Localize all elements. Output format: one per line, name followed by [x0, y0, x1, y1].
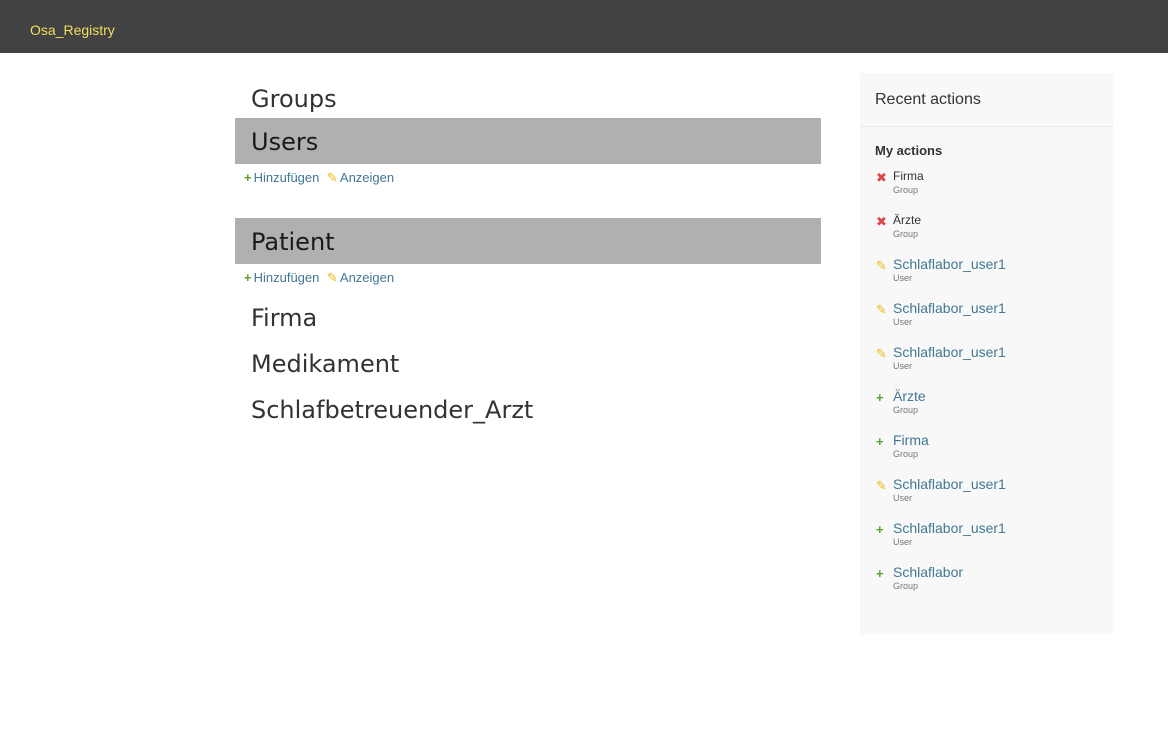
- model-link-medikament[interactable]: Medikament: [235, 341, 821, 387]
- model-link-firma[interactable]: Firma: [235, 295, 821, 341]
- recent-action-type: Group: [893, 185, 919, 195]
- pencil-icon: ✎: [327, 170, 338, 185]
- recent-action-label[interactable]: Schlaflabor_user1: [893, 520, 1113, 536]
- patient-view-link[interactable]: Anzeigen: [340, 270, 394, 285]
- sidebar-title: Recent actions: [860, 73, 1113, 127]
- recent-action-type: User: [893, 493, 913, 503]
- recent-action-item: ✖ Firma Group: [860, 168, 1113, 212]
- top-navbar: Osa_Registry: [0, 0, 1168, 53]
- brand-link[interactable]: Osa_Registry: [30, 20, 115, 40]
- patient-add-link[interactable]: Hinzufügen: [254, 270, 320, 285]
- pencil-icon: ✎: [327, 270, 338, 285]
- recent-action-type: Group: [893, 229, 919, 239]
- recent-action-type: User: [893, 317, 913, 327]
- pencil-icon: ✎: [876, 302, 887, 317]
- users-actions: + Hinzufügen ✎ Anzeigen: [235, 169, 821, 189]
- recent-action-type: User: [893, 537, 913, 547]
- recent-action-item: ✖ Ärzte Group: [860, 212, 1113, 256]
- recent-actions-sidebar: Recent actions My actions ✖ Firma Group ✖ Är…: [860, 73, 1113, 634]
- pencil-icon: ✎: [876, 346, 887, 361]
- recent-action-label[interactable]: Firma: [893, 432, 1113, 448]
- recent-action-item[interactable]: ✎ Schlaflabor_user1 User: [860, 344, 1113, 388]
- patient-header: Patient: [235, 218, 821, 264]
- recent-action-item[interactable]: + Ärzte Group: [860, 388, 1113, 432]
- recent-action-label: Firma: [893, 169, 924, 183]
- plus-icon: +: [244, 270, 252, 285]
- recent-action-label[interactable]: Schlaflabor_user1: [893, 476, 1113, 492]
- users-header: Users: [235, 118, 821, 164]
- recent-action-item[interactable]: + Schlaflabor_user1 User: [860, 520, 1113, 564]
- recent-action-label[interactable]: Schlaflabor: [893, 564, 1113, 580]
- plus-icon: +: [876, 390, 884, 405]
- recent-action-item[interactable]: ✎ Schlaflabor_user1 User: [860, 300, 1113, 344]
- recent-action-item[interactable]: + Schlaflabor Group: [860, 564, 1113, 608]
- model-link-schlafbetreuender-arzt[interactable]: Schlafbetreuender_Arzt: [235, 387, 821, 433]
- recent-action-label: Ärzte: [893, 213, 922, 227]
- users-view-link[interactable]: Anzeigen: [340, 170, 394, 185]
- recent-action-label[interactable]: Schlaflabor_user1: [893, 344, 1113, 360]
- recent-action-item[interactable]: + Firma Group: [860, 432, 1113, 476]
- recent-action-type: Group: [893, 405, 919, 415]
- action-list: ✖ Firma Group ✖ Ärzte Group ✎ Schlaflabor_user1…: [860, 168, 1113, 608]
- recent-action-label[interactable]: Schlaflabor_user1: [893, 256, 1113, 272]
- recent-action-label[interactable]: Ärzte: [893, 388, 1113, 404]
- users-add-link[interactable]: Hinzufügen: [254, 170, 320, 185]
- delete-icon: ✖: [876, 214, 887, 229]
- pencil-icon: ✎: [876, 258, 887, 273]
- plus-icon: +: [876, 434, 884, 449]
- plus-icon: +: [876, 566, 884, 581]
- recent-action-type: User: [893, 273, 913, 283]
- recent-action-type: Group: [893, 581, 919, 591]
- delete-icon: ✖: [876, 170, 887, 185]
- recent-action-item[interactable]: ✎ Schlaflabor_user1 User: [860, 256, 1113, 300]
- patient-actions: + Hinzufügen ✎ Anzeigen: [235, 269, 821, 289]
- groups-link[interactable]: Groups: [235, 80, 821, 118]
- recent-action-type: User: [893, 361, 913, 371]
- pencil-icon: ✎: [876, 478, 887, 493]
- sidebar-subtitle: My actions: [875, 143, 943, 158]
- plus-icon: +: [876, 522, 884, 537]
- recent-action-type: Group: [893, 449, 919, 459]
- plus-icon: +: [244, 170, 252, 185]
- recent-action-label[interactable]: Schlaflabor_user1: [893, 300, 1113, 316]
- main-content: Groups Users + Hinzufügen ✎ Anzeigen Patie…: [235, 80, 821, 433]
- recent-action-item[interactable]: ✎ Schlaflabor_user1 User: [860, 476, 1113, 520]
